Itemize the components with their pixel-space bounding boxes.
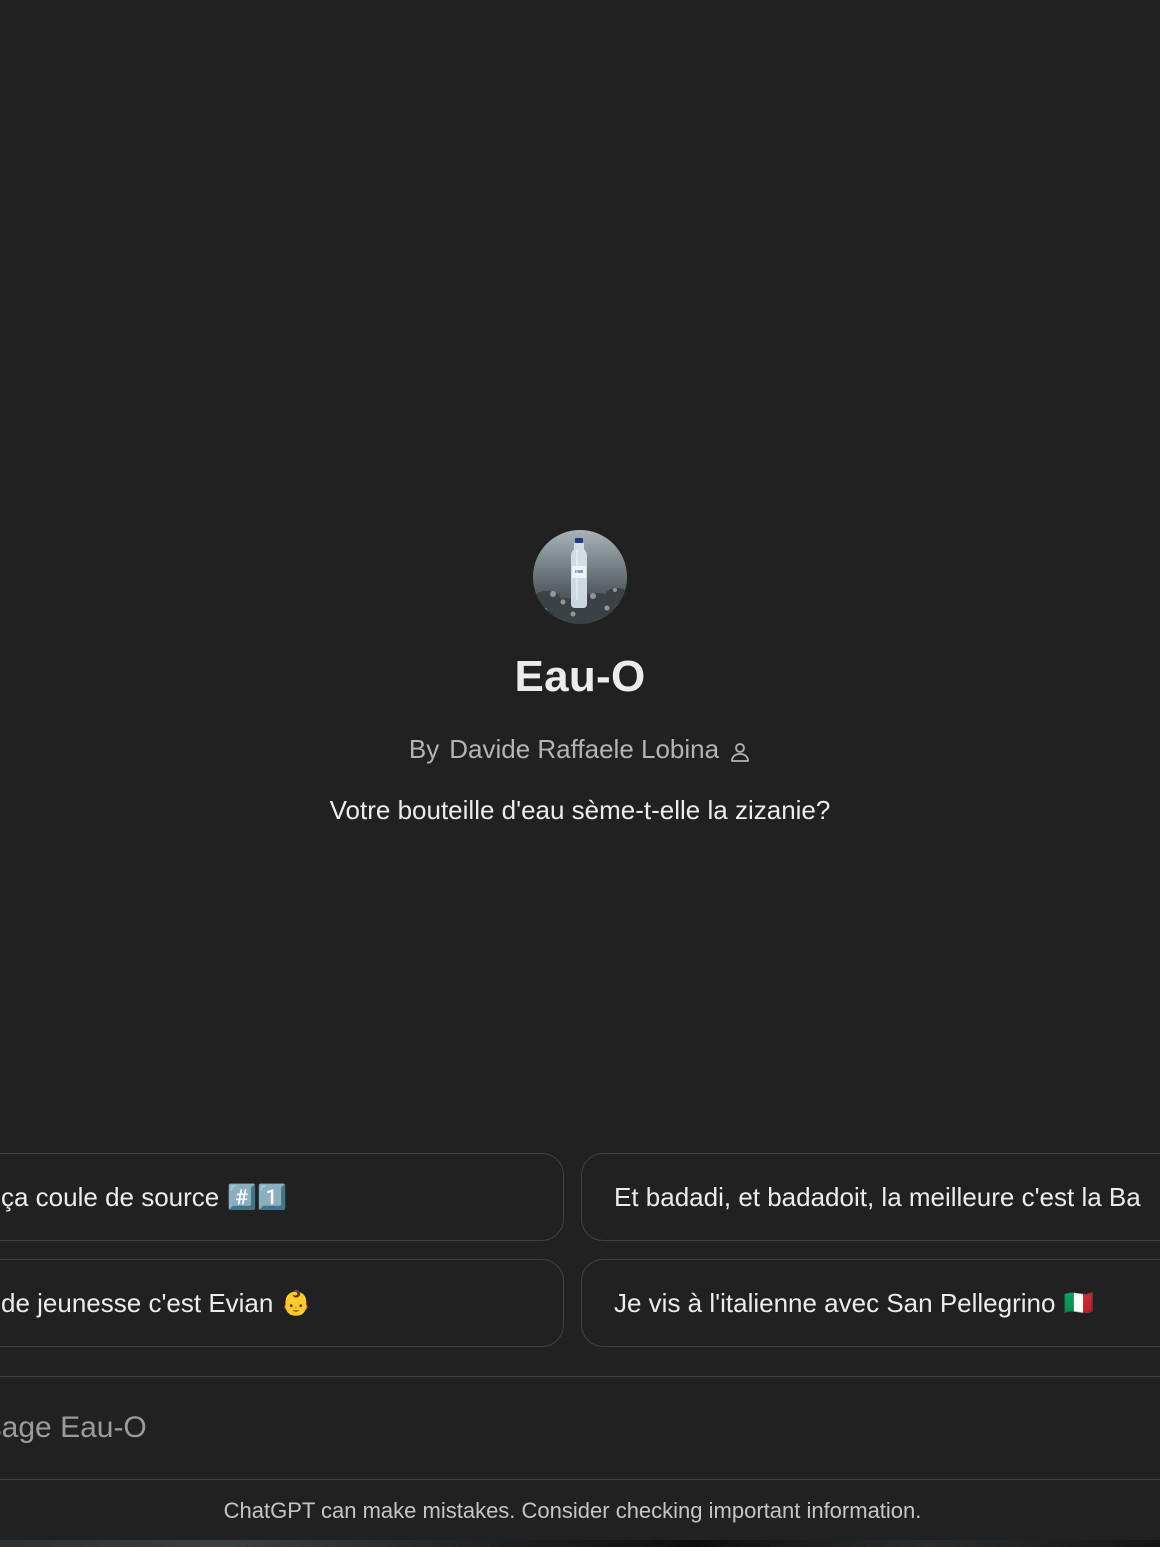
gpt-avatar xyxy=(533,530,627,624)
water-bottle-avatar-icon xyxy=(533,530,627,624)
conversation-starter[interactable]: de jeunesse c'est Evian 👶 xyxy=(0,1259,564,1347)
author-name: Davide Raffaele Lobina xyxy=(449,734,720,764)
keycap-hash-one-icon: #️⃣1️⃣ xyxy=(227,1183,288,1211)
starter-label: ça coule de source xyxy=(1,1181,220,1212)
bottom-edge-strip xyxy=(0,1540,1160,1547)
message-composer xyxy=(0,1376,1160,1480)
message-input[interactable] xyxy=(0,1377,1130,1479)
gpt-intro: Eau-O By Davide Raffaele Lobina Votre bo… xyxy=(0,530,1160,826)
starter-label: Je vis à l'italienne avec San Pellegrino xyxy=(614,1287,1056,1318)
starter-label: de jeunesse c'est Evian xyxy=(1,1287,274,1318)
starter-label: Et badadi, et badadoit, la meilleure c'e… xyxy=(614,1181,1141,1212)
conversation-starter[interactable]: Et badadi, et badadoit, la meilleure c'e… xyxy=(581,1153,1160,1241)
gpt-description: Votre bouteille d'eau sème-t-elle la ziz… xyxy=(329,795,831,825)
italy-flag-icon: 🇮🇹 xyxy=(1063,1289,1094,1317)
disclaimer: ChatGPT can make mistakes. Consider chec… xyxy=(223,1498,922,1523)
gpt-title: Eau-O xyxy=(514,652,646,701)
author-row: By Davide Raffaele Lobina xyxy=(0,734,1160,765)
conversation-starter[interactable]: ça coule de source #️⃣1️⃣ xyxy=(0,1153,564,1241)
chat-page: Eau-O By Davide Raffaele Lobina Votre bo… xyxy=(0,0,1160,1547)
conversation-starter[interactable]: Je vis à l'italienne avec San Pellegrino… xyxy=(581,1259,1160,1347)
baby-icon: 👶 xyxy=(281,1289,312,1317)
author-prefix: By xyxy=(408,734,440,764)
person-icon[interactable] xyxy=(729,739,751,762)
